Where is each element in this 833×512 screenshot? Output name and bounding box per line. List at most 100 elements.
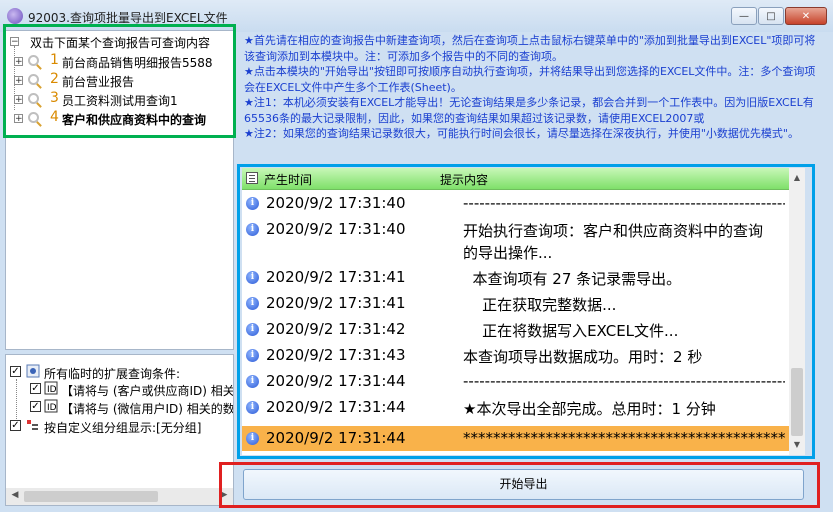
instruction-1: ★首先请在相应的查询报告中新建查询项，然后在查询项上点击鼠标右键菜单中的"添加到…: [244, 34, 816, 63]
filter-icon: [26, 364, 40, 378]
expand-toggle[interactable]: +: [14, 76, 23, 86]
log-message: 正在将数据写入EXCEL文件...: [463, 322, 679, 340]
log-time: 2020/9/2 17:31:44: [266, 429, 406, 447]
maximize-icon: □: [766, 10, 776, 22]
log-row-selected[interactable]: i 2020/9/2 17:31:44 ********************…: [242, 426, 789, 451]
log-message: 正在获取完整数据...: [463, 296, 617, 314]
instructions-panel: ★首先请在相应的查询报告中新建查询项，然后在查询项上点击鼠标右键菜单中的"添加到…: [244, 33, 819, 159]
id-icon: ID: [44, 381, 58, 395]
query-magnifier-icon: [28, 112, 39, 123]
log-time: 2020/9/2 17:31:40: [266, 194, 406, 212]
instruction-3: ★注1：本机必须安装有EXCEL才能导出！无论查询结果是多少条记录，都会合并到一…: [244, 96, 814, 125]
query-magnifier-icon: [28, 74, 39, 85]
horizontal-scrollbar[interactable]: ◀ ▶: [6, 488, 233, 505]
expand-toggle[interactable]: +: [14, 95, 23, 105]
query-magnifier-icon: [28, 55, 39, 66]
app-window: 92003.查询项批量导出到EXCEL文件 — □ ✕ − 双击下面某个查询报告…: [0, 0, 833, 512]
scroll-right-icon[interactable]: ▶: [217, 490, 231, 503]
condition-checkbox-2[interactable]: ✓: [30, 401, 41, 412]
info-icon: i: [246, 401, 259, 414]
info-icon: i: [246, 197, 259, 210]
title-bar[interactable]: 92003.查询项批量导出到EXCEL文件 — □ ✕: [0, 0, 833, 32]
conditions-root-checkbox[interactable]: ✓: [10, 366, 21, 377]
item-number: 3: [50, 90, 59, 106]
close-button[interactable]: ✕: [785, 7, 827, 25]
svg-text:ID: ID: [47, 403, 57, 413]
column-header-message[interactable]: 提示内容: [440, 171, 488, 188]
query-report-tree[interactable]: − 双击下面某个查询报告可查询内容 + 1 前台商品销售明细报告5588 + 2…: [5, 30, 234, 350]
scroll-up-icon[interactable]: ▲: [789, 170, 805, 186]
start-export-button[interactable]: 开始导出: [243, 469, 804, 500]
scroll-thumb[interactable]: [24, 491, 158, 502]
info-icon: i: [246, 375, 259, 388]
item-number: 2: [50, 71, 59, 87]
item-label: 员工资料测试用查询1: [62, 94, 178, 108]
log-time: 2020/9/2 17:31:44: [266, 372, 406, 390]
window-title: 92003.查询项批量导出到EXCEL文件: [28, 11, 228, 25]
svg-text:ID: ID: [47, 385, 57, 395]
log-message: ----------------------------------------…: [463, 194, 785, 212]
group-label: 按自定义组分组显示:[无分组]: [44, 421, 202, 435]
log-row[interactable]: i 2020/9/2 17:31:41 本查询项有 27 条记录需导出。: [242, 266, 789, 290]
instruction-4: ★注2：如果您的查询结果记录数很大，可能执行时间会很长，请尽量选择在深夜执行，并…: [244, 127, 799, 140]
export-log-list[interactable]: 产生时间 提示内容 i 2020/9/2 17:31:40 ----------…: [242, 168, 805, 455]
item-label: 前台营业报告: [62, 75, 135, 89]
conditions-root-label: 所有临时的扩展查询条件:: [44, 367, 181, 381]
item-number: 4: [50, 109, 59, 125]
id-icon: ID: [44, 399, 58, 413]
log-row[interactable]: i 2020/9/2 17:31:40 开始执行查询项：客户和供应商资料中的查询…: [242, 218, 789, 264]
condition-label-1: 【请将与 (客户或供应商ID) 相关的: [61, 384, 234, 398]
log-message: ****************************************…: [463, 429, 785, 447]
expand-toggle[interactable]: +: [14, 57, 23, 67]
log-message: 本查询项导出数据成功。用时：2 秒: [463, 348, 703, 366]
condition-checkbox-1[interactable]: ✓: [30, 383, 41, 394]
log-time: 2020/9/2 17:31:40: [266, 220, 406, 238]
log-row[interactable]: i 2020/9/2 17:31:44 ★本次导出全部完成。总用时：1 分钟: [242, 396, 789, 420]
log-time: 2020/9/2 17:31:41: [266, 268, 406, 286]
log-message: 开始执行查询项：客户和供应商资料中的查询: [463, 222, 764, 240]
group-icon: [27, 420, 38, 430]
column-header-time[interactable]: 产生时间: [264, 171, 312, 188]
scroll-left-icon[interactable]: ◀: [8, 490, 22, 503]
info-icon: i: [246, 297, 259, 310]
app-icon: [7, 8, 23, 24]
log-message: 本查询项有 27 条记录需导出。: [463, 270, 682, 288]
log-message: ★本次导出全部完成。总用时：1 分钟: [463, 400, 716, 418]
instruction-2: ★点击本模块的"开始导出"按钮即可按顺序自动执行查询项，并将结果导出到您选择的E…: [244, 65, 816, 94]
item-label: 客户和供应商资料中的查询: [62, 113, 207, 127]
log-message: ----------------------------------------…: [463, 372, 785, 390]
item-number: 1: [50, 52, 59, 68]
minimize-button[interactable]: —: [731, 7, 757, 25]
item-label: 前台商品销售明细报告5588: [62, 56, 213, 70]
log-row[interactable]: i 2020/9/2 17:31:40 --------------------…: [242, 192, 789, 216]
log-row[interactable]: i 2020/9/2 17:31:43 本查询项导出数据成功。用时：2 秒: [242, 344, 789, 368]
scroll-down-icon[interactable]: ▼: [789, 437, 805, 453]
scroll-thumb[interactable]: [791, 368, 803, 436]
log-row[interactable]: i 2020/9/2 17:31:41 正在获取完整数据...: [242, 292, 789, 316]
conditions-tree[interactable]: ✓ 所有临时的扩展查询条件: ✓ ID 【请将与 (客户或供应商ID) 相关的 …: [5, 354, 234, 506]
log-message-continued: 的导出操作...: [463, 244, 553, 262]
info-icon: i: [246, 271, 259, 284]
info-icon: i: [246, 432, 259, 445]
log-time: 2020/9/2 17:31:43: [266, 346, 406, 364]
log-header: 产生时间 提示内容: [242, 168, 789, 190]
log-time: 2020/9/2 17:31:42: [266, 320, 406, 338]
log-row[interactable]: i 2020/9/2 17:31:44 --------------------…: [242, 370, 789, 394]
condition-label-2: 【请将与 (微信用户ID) 相关的数: [61, 402, 234, 416]
group-checkbox[interactable]: ✓: [10, 420, 21, 431]
vertical-scrollbar[interactable]: ▲ ▼: [789, 168, 805, 455]
log-time: 2020/9/2 17:31:41: [266, 294, 406, 312]
expand-toggle[interactable]: +: [14, 114, 23, 124]
info-icon: i: [246, 323, 259, 336]
tree-root-label: 双击下面某个查询报告可查询内容: [30, 36, 211, 50]
log-row[interactable]: i 2020/9/2 17:31:42 正在将数据写入EXCEL文件...: [242, 318, 789, 342]
info-icon: i: [246, 223, 259, 236]
info-icon: i: [246, 349, 259, 362]
log-time: 2020/9/2 17:31:44: [266, 398, 406, 416]
collapse-toggle[interactable]: −: [10, 37, 19, 47]
maximize-button[interactable]: □: [758, 7, 784, 25]
close-icon: ✕: [801, 10, 811, 22]
query-magnifier-icon: [28, 93, 39, 104]
list-icon: [246, 172, 258, 184]
minimize-icon: —: [739, 10, 749, 22]
